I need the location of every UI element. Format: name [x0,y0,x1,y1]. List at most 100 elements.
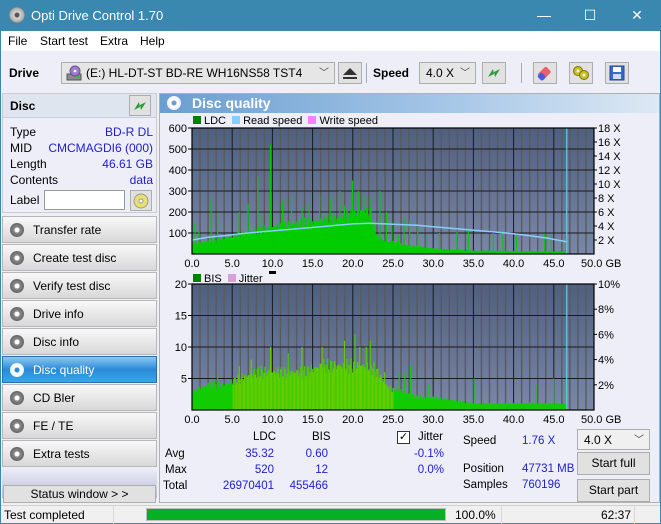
legend-swatch-read-speed [232,116,241,124]
verify-test-disc-icon [10,279,24,293]
x-tick-label: 10.0 [262,258,283,270]
start-full-button[interactable]: Start full [577,452,650,475]
minimize-button[interactable]: — [521,0,567,31]
x-tick-label: 35.0 [463,414,484,426]
ldc-spike [319,195,321,254]
settings-button[interactable] [569,62,593,84]
eject-button[interactable] [338,62,362,84]
disc-refresh-button[interactable] [129,95,151,116]
nav-drive-info[interactable]: Drive info [2,300,157,327]
nav-label: Disc info [33,335,80,349]
bis-spike [343,340,346,410]
refresh-button[interactable] [482,62,506,84]
x-tick-label: 25.0 [382,258,403,270]
menu-help[interactable]: Help [140,34,165,48]
x-tick-label: 45.0 [543,414,564,426]
ldc-spike [516,236,518,254]
bis-spike [473,378,475,410]
save-icon [609,65,625,81]
col-ldc-header: LDC [253,431,277,443]
y-tick-label: 100 [169,228,187,240]
drive-label: Drive [9,66,40,80]
toolbar: Drive (E:) HL-DT-ST BD-RE WH16NS58 TST4 … [1,51,660,93]
nav-label: Disc quality [33,363,95,377]
nav-extra-tests[interactable]: Extra tests [2,440,157,467]
title-bar: Opti Drive Control 1.70 — ☐ ✕ [1,0,660,31]
drive-icon [66,65,82,81]
disc-length-value: 46.61 GB [102,157,153,171]
status-divider [634,506,635,524]
disc-info-icon [10,335,24,349]
y-right-tick-label: 18 X [598,124,621,135]
drive-value: (E:) HL-DT-ST BD-RE WH16NS58 TST4 [86,66,303,80]
ldc-spike [357,191,359,254]
ldc-spike [194,222,196,254]
y-right-tick-label: 8 X [598,193,615,205]
progress-percent: 100.0% [455,508,496,522]
avg-ldc: 35.32 [245,448,274,460]
y-tick-label: 5 [181,374,187,386]
speed-select[interactable]: 4.0 X ﹀ [419,62,476,84]
cd-bler-icon [10,391,24,405]
y-tick-label: 600 [169,124,187,135]
chevron-down-icon: ﹀ [634,435,644,446]
ldc-spike [247,203,249,254]
menu-file[interactable]: File [8,34,27,48]
left-panel: Disc Type BD-R DL MID CMCMAGDI6 (000) Le… [1,93,158,503]
menu-start-test[interactable]: Start test [40,34,88,48]
drive-select[interactable]: (E:) HL-DT-ST BD-RE WH16NS58 TST4 ﹀ [61,62,335,84]
save-button[interactable] [605,62,629,84]
nav-create-test-disc[interactable]: Create test disc [2,244,157,271]
status-window-button[interactable]: Status window > > [3,485,156,503]
close-button[interactable]: ✕ [614,0,660,31]
disc-label-input[interactable] [44,190,125,210]
x-tick-label: 50.0 GB [581,258,621,270]
ldc-spike [370,197,372,254]
total-bis: 455466 [289,480,328,492]
position-value: 47731 MB [522,463,575,475]
disc-label-button[interactable] [130,190,152,211]
bis-spike [552,378,555,410]
test-speed-value: 4.0 X [584,433,613,447]
bis-spike [250,359,252,410]
test-speed-select[interactable]: 4.0 X ﹀ [577,429,650,450]
nav-fe-te[interactable]: FE / TE [2,412,157,439]
avg-bis: 0.60 [305,448,328,460]
start-part-button[interactable]: Start part [577,479,650,502]
position-label: Position [463,463,504,475]
disc-length-row: Length 46.61 GB [10,157,155,173]
erase-button[interactable] [533,62,557,84]
disc-quality-icon [10,363,24,377]
extra-tests-icon [10,447,24,461]
nav-verify-test-disc[interactable]: Verify test disc [2,272,157,299]
fe-te-icon [10,419,24,433]
nav-transfer-rate[interactable]: Transfer rate [2,216,157,243]
x-tick-label: 10.0 [262,414,283,426]
refresh-icon [488,69,500,77]
legend-swatch-write-speed [308,116,317,124]
ldc-spike [238,212,240,254]
nav-cd-bler[interactable]: CD Bler [2,384,157,411]
bis-spike [369,340,371,410]
disc-type-label: Type [10,125,37,139]
disc-info-box: Disc Type BD-R DL MID CMCMAGDI6 (000) Le… [2,93,157,213]
menu-extra[interactable]: Extra [100,34,128,48]
elapsed-time: 62:37 [601,508,632,522]
ldc-chart: 100 200 300 400 500 600 2 X 4 X 6 X 8 X 10 X 12 X 14… [169,124,622,270]
ldc-spike [198,230,200,254]
y-right-tick-label: 6% [598,329,614,341]
cd-icon [133,193,149,208]
x-tick-label: 0.0 [184,414,199,426]
jitter-checkbox[interactable]: ✓ [397,431,410,444]
nav-disc-info[interactable]: Disc info [2,328,157,355]
bis-spike [269,347,272,410]
x-tick-label: 30.0 [422,414,443,426]
y-tick-label: 200 [169,207,187,219]
nav-disc-quality[interactable]: Disc quality [2,356,157,383]
ldc-spike [290,195,293,254]
y-tick-label: 300 [169,186,187,198]
max-ldc: 520 [254,464,274,476]
maximize-button[interactable]: ☐ [567,0,613,31]
y-right-tick-label: 8% [598,304,614,316]
y-tick-label: 400 [169,165,187,177]
